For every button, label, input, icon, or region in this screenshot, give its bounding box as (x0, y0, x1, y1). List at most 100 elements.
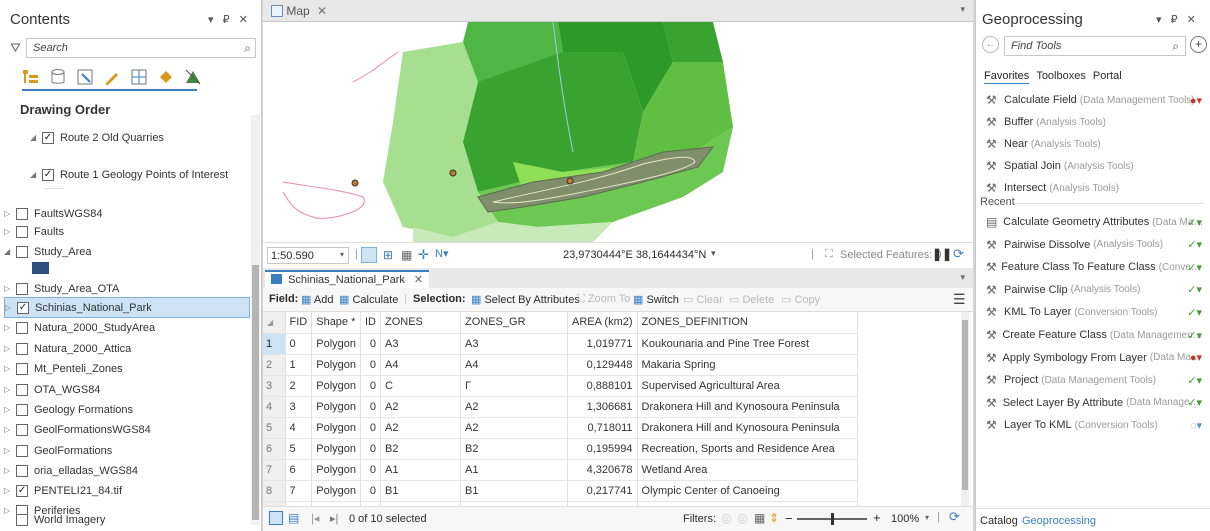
clear-selection-button[interactable]: ▭ Clear (683, 293, 723, 306)
table-scrollbar[interactable] (961, 312, 969, 506)
sort-icon[interactable]: ⇕ (769, 511, 779, 525)
row-number[interactable]: 7 (263, 459, 286, 481)
tool-item[interactable]: ⚒ Buffer (Analysis Tools) (986, 112, 1204, 132)
layer-item[interactable]: ◢ Study_Area (4, 241, 250, 262)
contents-search-input[interactable]: Search ⌕ (26, 38, 256, 58)
tool-item[interactable]: ⚒ KML To Layer (Conversion Tools) ✓▾ (986, 302, 1204, 322)
layer-item[interactable]: ▷ Natura_2000_Attica (4, 338, 250, 359)
layer-item[interactable]: ▷ GeolFormationsWGS84 (4, 419, 250, 440)
column-header[interactable]: AREA (km2) (567, 312, 638, 334)
table-row[interactable]: 3 2 Polygon 0 C Γ 0,888101 Supervised Agricultu… (263, 375, 858, 397)
corner-cell[interactable]: ◢ (263, 312, 286, 334)
layer-checkbox[interactable]: ✓ (16, 484, 28, 497)
list-by-selection-icon[interactable] (76, 68, 94, 86)
table-row[interactable]: 4 3 Polygon 0 A2 A2 1,306681 Drakonera Hill and… (263, 396, 858, 418)
contents-pane-controls[interactable]: ▾ ₽ ✕ (208, 13, 251, 26)
tool-item[interactable]: ⚒ Project (Data Management Tools) ✓▾ (986, 370, 1204, 390)
layer-checkbox[interactable] (16, 464, 28, 477)
layer-item[interactable]: ◢ ✓ Route 2 Old Quarries (30, 127, 276, 148)
tab-map[interactable]: Map ✕ (265, 1, 333, 21)
first-record-icon[interactable]: |◂ (311, 512, 319, 525)
show-selected-records-icon[interactable]: ▤ (288, 511, 299, 525)
layer-checkbox[interactable] (16, 321, 28, 334)
column-header[interactable]: ID (360, 312, 381, 334)
zoom-slider-thumb[interactable] (831, 513, 834, 525)
pause-icon[interactable]: ❚❚ (932, 247, 952, 261)
map-view[interactable] (263, 22, 973, 242)
chevron-down-icon[interactable]: ▾ (925, 513, 929, 522)
tab-portal[interactable]: Portal (1093, 70, 1122, 82)
geoprocessing-pane-controls[interactable]: ▾ ₽ ✕ (1156, 13, 1199, 26)
layer-checkbox[interactable] (16, 282, 28, 295)
success-check-icon[interactable]: ✓▾ (1187, 329, 1202, 342)
list-by-labeling-icon[interactable] (157, 68, 175, 86)
success-check-icon[interactable]: ✓▾ (1187, 374, 1202, 387)
collapse-triangle-icon[interactable]: ▷ (4, 405, 16, 414)
layer-item[interactable]: ◢ ✓ Route 1 Geology Points of Interest (30, 164, 276, 185)
collapse-triangle-icon[interactable]: ▷ (5, 303, 17, 312)
chevron-down-icon[interactable]: ▾ (340, 250, 344, 259)
expand-triangle-icon[interactable]: ◢ (30, 133, 42, 142)
select-by-attributes-button[interactable]: ▦ Select By Attributes (471, 293, 580, 306)
collapse-triangle-icon[interactable]: ▷ (4, 284, 16, 293)
collapse-triangle-icon[interactable]: ▷ (4, 506, 16, 515)
find-tools-input[interactable]: Find Tools ⌕ (1004, 36, 1186, 56)
tool-item[interactable]: ⚒ Near (Analysis Tools) (986, 134, 1204, 154)
close-icon[interactable]: ✕ (317, 4, 327, 18)
row-number[interactable]: 4 (263, 396, 286, 418)
table-row[interactable]: 6 5 Polygon 0 B2 B2 0,195994 Recreation, Sports… (263, 438, 858, 460)
tab-favorites[interactable]: Favorites (984, 70, 1029, 82)
tab-geoprocessing[interactable]: Geoprocessing (1022, 515, 1096, 527)
scale-selector[interactable]: 1:50.590 ▾ (267, 247, 349, 264)
layer-item[interactable]: World Imagery (16, 509, 262, 530)
column-header[interactable]: FID (285, 312, 313, 334)
tab-toolboxes[interactable]: Toolboxes (1036, 70, 1086, 82)
table-row[interactable]: 2 1 Polygon 0 A4 A4 0,129448 Makaria Spring (263, 354, 858, 376)
layer-item[interactable]: ▷ Natura_2000_StudyArea (4, 317, 250, 338)
back-icon[interactable]: ← (982, 36, 999, 53)
fixed-zoom-icon[interactable] (361, 247, 377, 263)
zoom-level[interactable]: 100% (891, 513, 919, 525)
delete-button[interactable]: ▭ Delete (729, 293, 774, 306)
row-number[interactable]: 3 (263, 375, 286, 397)
table-row[interactable]: 7 6 Polygon 0 A1 A1 4,320678 Wetland Area (263, 459, 858, 481)
layer-checkbox[interactable] (16, 444, 28, 457)
layer-checkbox[interactable] (16, 362, 28, 375)
add-icon[interactable]: + (1190, 36, 1207, 53)
layer-item[interactable]: ▷ ✓ PENTELI21_84.tif (4, 480, 250, 501)
list-by-perspective-icon[interactable] (184, 68, 202, 86)
layer-item[interactable]: ▷ GeolFormations (4, 440, 250, 461)
pending-icon[interactable]: ◌▾ (1190, 419, 1202, 432)
tool-item[interactable]: ▤ Calculate Geometry Attributes (Data Man.… (986, 212, 1204, 232)
layer-checkbox[interactable] (16, 342, 28, 355)
layer-checkbox[interactable] (16, 513, 28, 526)
calculate-field-button[interactable]: ▦ Calculate (339, 293, 398, 306)
tool-item[interactable]: ⚒Create Feature Class(Data Management To… (986, 325, 1204, 345)
chevron-down-icon[interactable]: ▾ (960, 272, 965, 283)
success-check-icon[interactable]: ✓▾ (1187, 238, 1202, 251)
table-row[interactable]: 5 4 Polygon 0 A2 A2 0,718011 Drakonera Hill and… (263, 417, 858, 439)
table-row[interactable]: 8 7 Polygon 0 B1 B1 0,217741 Olympic Center of … (263, 480, 858, 502)
table-menu-icon[interactable]: ☰ (953, 291, 966, 308)
row-number[interactable]: 8 (263, 480, 286, 502)
filter-selection-icon[interactable]: ◎ (737, 511, 747, 525)
layer-item-selected[interactable]: ▷ ✓ Schinias_National_Park (4, 297, 250, 318)
chevron-down-icon[interactable]: ▾ (960, 4, 965, 15)
layer-item[interactable]: ▷ Mt_Penteli_Zones (4, 358, 250, 379)
layer-checkbox[interactable] (16, 383, 28, 396)
last-record-icon[interactable]: ▸| (330, 512, 338, 525)
point-of-interest[interactable] (449, 169, 457, 177)
tool-item[interactable]: ⚒Apply Symbology From Layer(Data Mana...… (986, 348, 1204, 368)
attribute-grid[interactable]: ◢ FID Shape * ID ZONES ZONES_GR AREA (km… (263, 312, 973, 506)
column-header[interactable]: ZONES_DEFINITION (637, 312, 858, 334)
tool-item[interactable]: ⚒ Calculate Field (Data Management Tools) ●… (986, 90, 1204, 110)
table-view-icon[interactable]: ▦ (401, 248, 412, 262)
column-header[interactable]: ZONES (380, 312, 461, 334)
layer-checkbox[interactable]: ✓ (17, 301, 29, 314)
tab-catalog[interactable]: Catalog (980, 515, 1018, 527)
layer-item[interactable]: ▷ oria_elladas_WGS84 (4, 460, 250, 481)
tool-item[interactable]: ⚒ Select Layer By Attribute (Data Manageme… (986, 393, 1204, 413)
contents-scrollbar[interactable] (251, 115, 260, 525)
layer-checkbox[interactable] (16, 245, 28, 258)
zoom-to-button[interactable]: ⛶ Zoom To (577, 293, 630, 306)
